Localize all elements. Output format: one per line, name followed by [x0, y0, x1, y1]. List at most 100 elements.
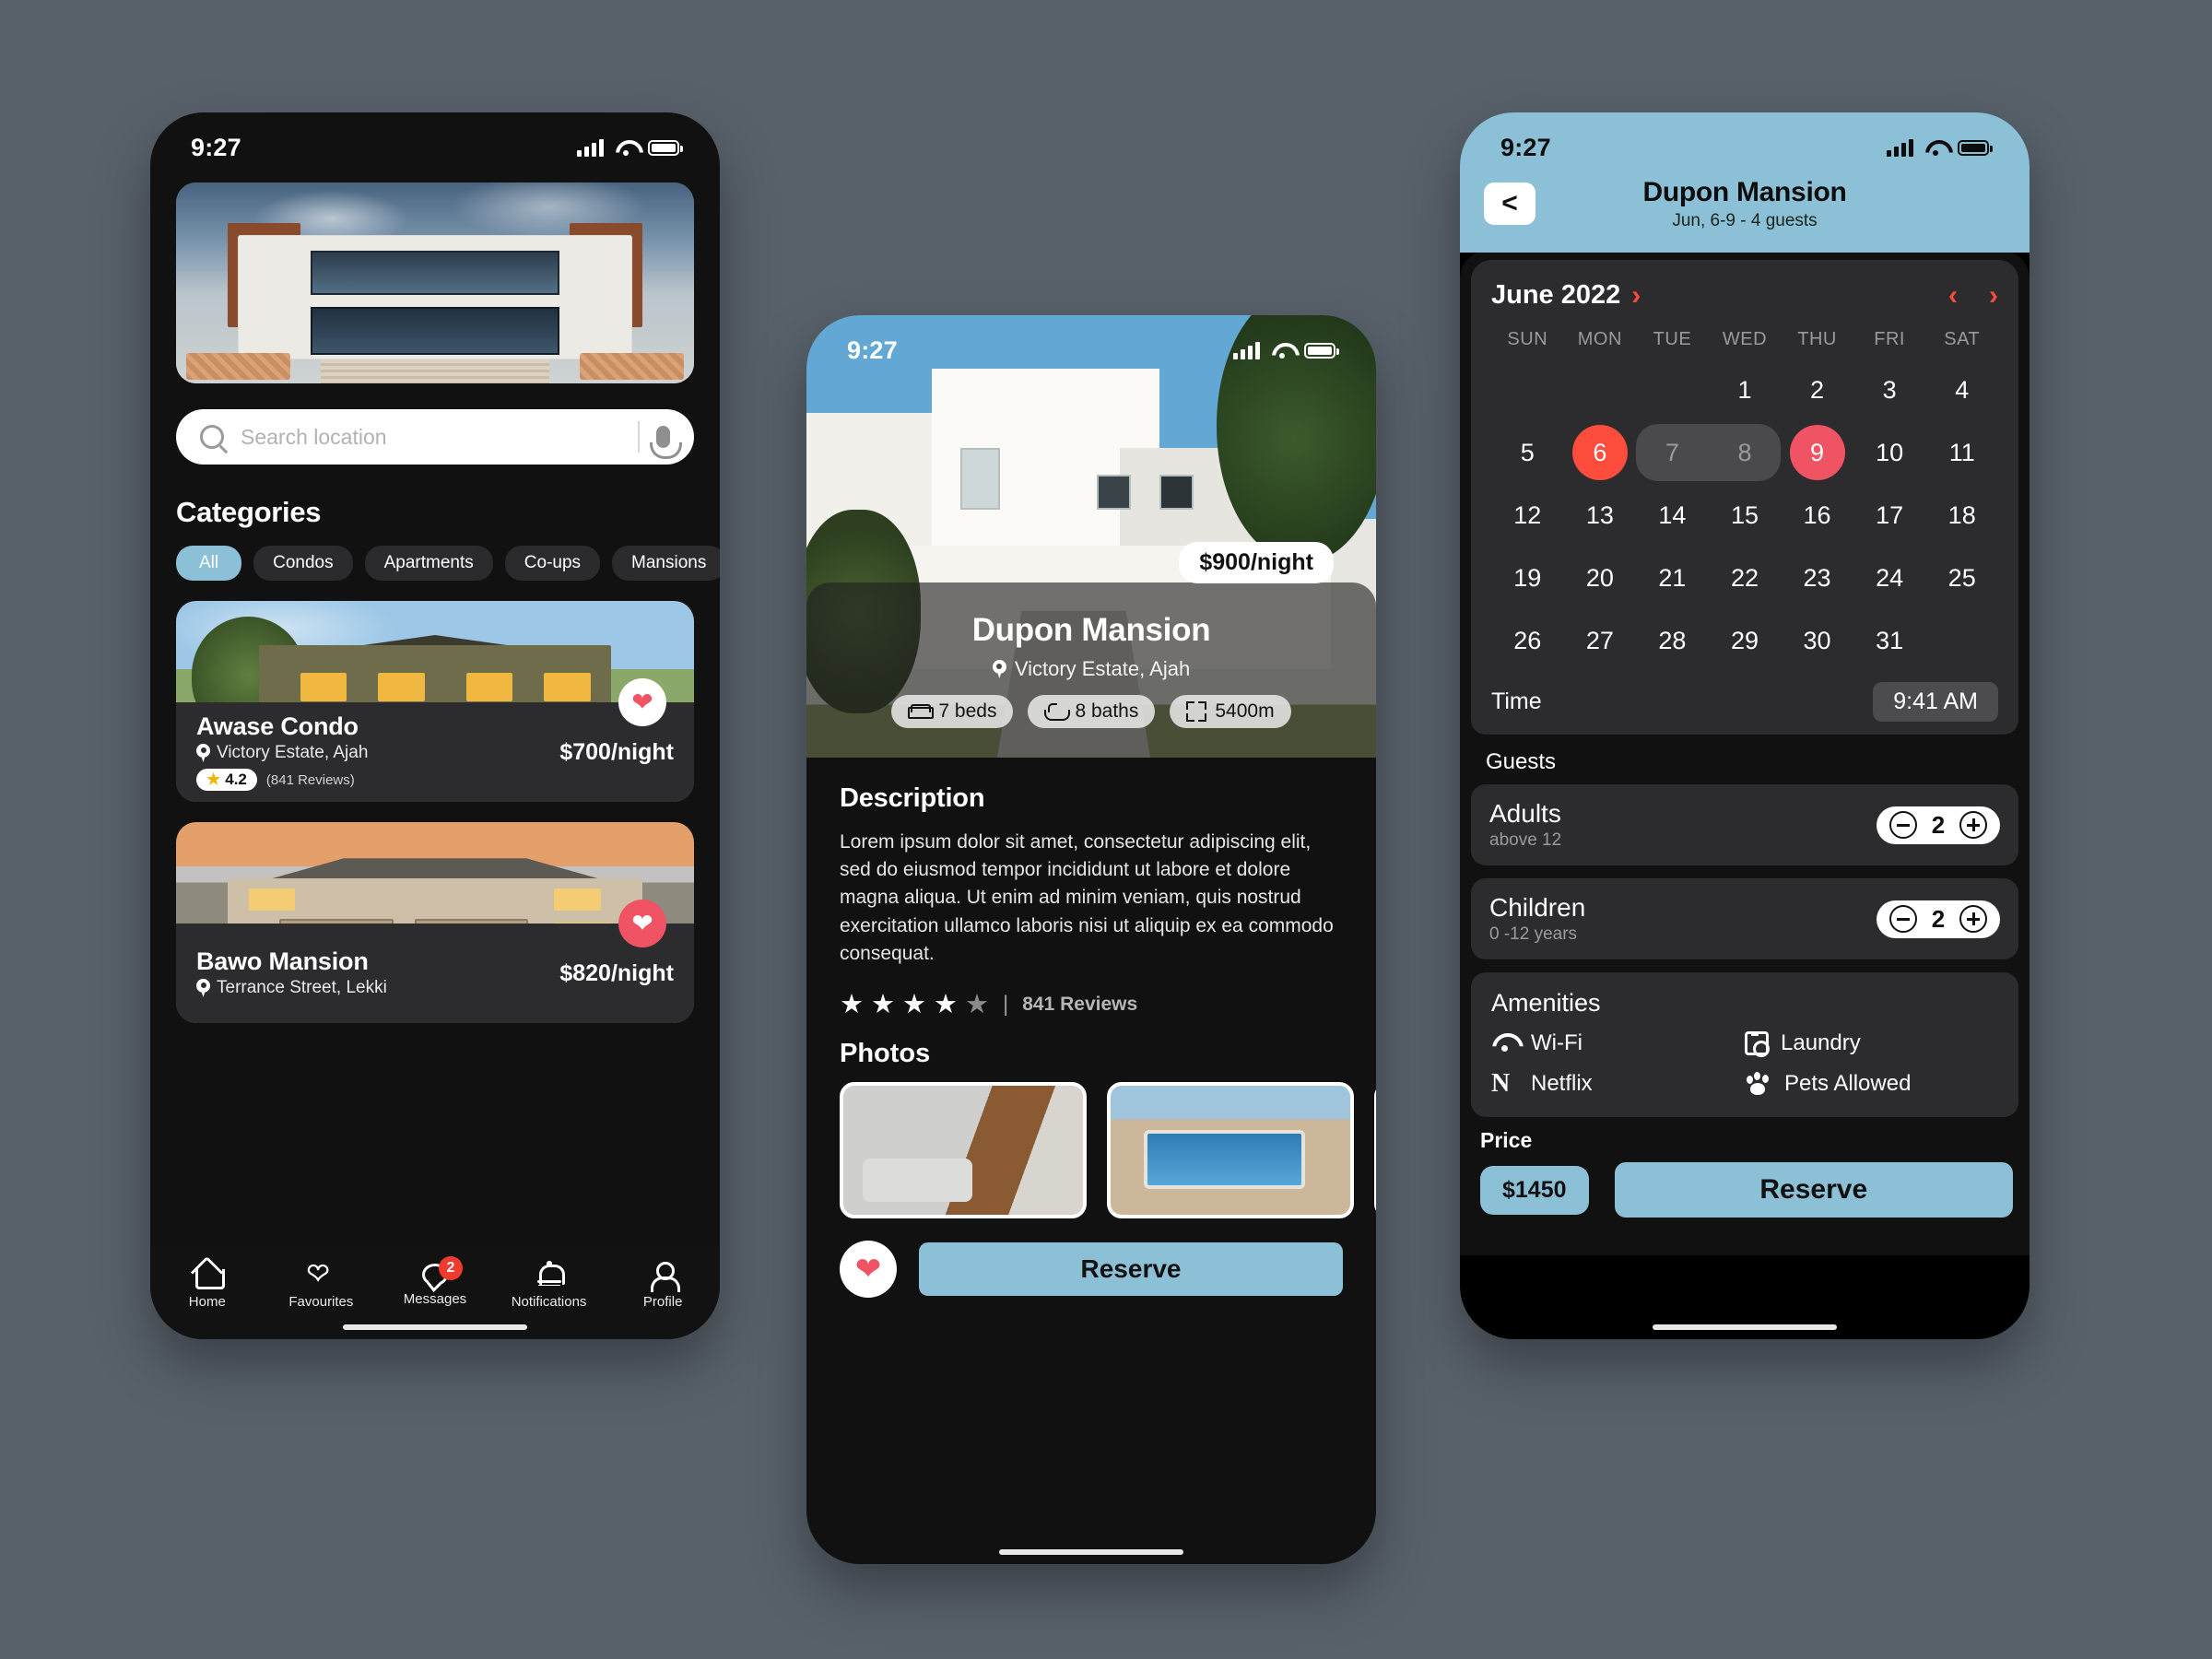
- listing-card-bawo-mansion[interactable]: ❤ Bawo Mansion Terrance Street, Lekki $8…: [176, 822, 694, 1023]
- calendar-day[interactable]: 2: [1781, 361, 1853, 418]
- guest-type-label: Adults: [1489, 799, 1561, 828]
- calendar-day[interactable]: 10: [1853, 424, 1926, 481]
- calendar-day[interactable]: 15: [1709, 487, 1782, 544]
- time-value[interactable]: 9:41 AM: [1873, 682, 1998, 722]
- increment-icon[interactable]: [1959, 905, 1987, 933]
- search-input[interactable]: [241, 424, 621, 450]
- calendar-day[interactable]: 22: [1709, 549, 1782, 606]
- spec-label: 8 baths: [1075, 700, 1139, 722]
- guests-heading: Guests: [1486, 749, 1557, 774]
- calendar-day[interactable]: 29: [1709, 612, 1782, 669]
- calendar-day[interactable]: 16: [1781, 487, 1853, 544]
- calendar-day[interactable]: 20: [1564, 549, 1637, 606]
- reserve-button[interactable]: Reserve: [1614, 1162, 2013, 1218]
- calendar-day[interactable]: 25: [1925, 549, 1998, 606]
- review-count: 841 Reviews: [1022, 993, 1138, 1015]
- heart-icon: ❤: [854, 1252, 882, 1288]
- divider: [638, 421, 640, 453]
- decrement-icon[interactable]: [1889, 905, 1917, 933]
- calendar-day[interactable]: 11: [1925, 424, 1998, 481]
- weekday-wed: WED: [1722, 329, 1768, 349]
- area-icon: [1186, 701, 1207, 722]
- microphone-icon[interactable]: [650, 426, 682, 459]
- calendar-day-selected-end[interactable]: 9: [1781, 424, 1853, 481]
- location-pin-icon: [196, 744, 210, 763]
- spec-label: 7 beds: [938, 700, 997, 722]
- paw-icon: [1745, 1072, 1772, 1096]
- chip-apartments[interactable]: Apartments: [364, 546, 493, 581]
- calendar-day-grid[interactable]: 1 2 3 4 5 6 7 8 9 10 11 12 13 14 15 16 17 18 19 20 21 22 23 24 2…: [1491, 361, 1998, 669]
- tab-favourites[interactable]: ❤ Favourites: [280, 1259, 361, 1310]
- calendar-day[interactable]: 19: [1491, 549, 1564, 606]
- message-badge: 2: [438, 1255, 463, 1280]
- calendar-day[interactable]: 17: [1853, 487, 1926, 544]
- favorite-button[interactable]: ❤: [618, 900, 666, 947]
- gallery-photo-living-room[interactable]: [840, 1082, 1087, 1219]
- gallery-photo-lounge[interactable]: [1374, 1082, 1376, 1219]
- reserve-button[interactable]: Reserve: [919, 1242, 1343, 1297]
- search-bar[interactable]: [176, 409, 694, 465]
- weekday-sat: SAT: [1944, 329, 1981, 349]
- chip-mansions[interactable]: Mansions: [612, 546, 720, 581]
- user-icon: [649, 1261, 681, 1292]
- calendar-day[interactable]: 26: [1491, 612, 1564, 669]
- calendar-day[interactable]: 14: [1636, 487, 1709, 544]
- status-icons: [1233, 341, 1339, 359]
- favorite-button[interactable]: ❤: [618, 678, 666, 726]
- calendar-day-in-range[interactable]: 7: [1636, 424, 1709, 481]
- calendar-day[interactable]: 12: [1491, 487, 1564, 544]
- location-pin-icon: [196, 979, 210, 998]
- tab-home[interactable]: Home: [167, 1261, 248, 1310]
- increment-icon[interactable]: [1959, 811, 1987, 839]
- tab-notifications[interactable]: Notifications: [509, 1260, 590, 1310]
- tab-profile[interactable]: Profile: [622, 1261, 703, 1310]
- wifi-icon: [615, 139, 637, 156]
- status-bar: 9:27: [150, 112, 720, 170]
- calendar-day[interactable]: 24: [1853, 549, 1926, 606]
- chip-all[interactable]: All: [176, 546, 242, 581]
- listing-name: Awase Condo: [196, 712, 359, 740]
- calendar-day[interactable]: 1: [1709, 361, 1782, 418]
- tab-messages[interactable]: 2 Messages: [394, 1255, 476, 1307]
- battery-icon: [1304, 342, 1339, 359]
- photo-gallery[interactable]: [840, 1082, 1376, 1219]
- calendar-day[interactable]: 4: [1925, 361, 1998, 418]
- status-icons: [577, 138, 683, 157]
- location-pin-icon: [992, 660, 1006, 678]
- detail-body: Description Lorem ipsum dolor sit amet, …: [806, 758, 1376, 1305]
- detail-footer: ❤ Reserve: [840, 1241, 1343, 1305]
- rating-badge: ★ 4.2: [196, 769, 257, 792]
- children-stepper[interactable]: 2: [1877, 900, 2000, 938]
- calendar-day[interactable]: 3: [1853, 361, 1926, 418]
- gallery-photo-pool[interactable]: [1107, 1082, 1354, 1219]
- home-indicator: [1653, 1324, 1837, 1330]
- calendar-day[interactable]: 13: [1564, 487, 1637, 544]
- cellular-signal-icon: [577, 138, 604, 157]
- calendar-day[interactable]: 5: [1491, 424, 1564, 481]
- calendar-day-in-range[interactable]: 8: [1708, 424, 1782, 481]
- chip-co-ups[interactable]: Co-ups: [504, 546, 601, 581]
- calendar-day[interactable]: 27: [1564, 612, 1637, 669]
- favorite-button[interactable]: ❤: [840, 1241, 897, 1299]
- property-title: Dupon Mansion: [971, 612, 1211, 648]
- back-button[interactable]: <: [1484, 182, 1535, 225]
- chip-condos[interactable]: Condos: [253, 546, 353, 581]
- listing-card-awase-condo[interactable]: ❤ Awase Condo Victory Estate, Ajah ★ 4.2…: [176, 601, 694, 802]
- weekday-sun: SUN: [1507, 329, 1548, 349]
- decrement-icon[interactable]: [1889, 811, 1917, 839]
- calendar-day[interactable]: 30: [1781, 612, 1853, 669]
- time-row[interactable]: Time 9:41 AM: [1471, 669, 2018, 735]
- calendar-day[interactable]: 28: [1636, 612, 1709, 669]
- calendar-day[interactable]: 21: [1636, 549, 1709, 606]
- calendar-month[interactable]: June 2022 ›: [1491, 280, 1641, 311]
- calendar-day-selected-start[interactable]: 6: [1564, 424, 1637, 481]
- calendar-day[interactable]: 31: [1853, 612, 1926, 669]
- star-icon: ★: [871, 990, 895, 1020]
- adults-stepper[interactable]: 2: [1877, 806, 2000, 844]
- weekday-tue: TUE: [1653, 329, 1692, 349]
- calendar-blank: [1564, 361, 1637, 418]
- calendar-day[interactable]: 23: [1781, 549, 1853, 606]
- calendar-day[interactable]: 18: [1925, 487, 1998, 544]
- next-month-button[interactable]: ›: [1989, 281, 1998, 310]
- prev-month-button[interactable]: ‹: [1948, 281, 1958, 310]
